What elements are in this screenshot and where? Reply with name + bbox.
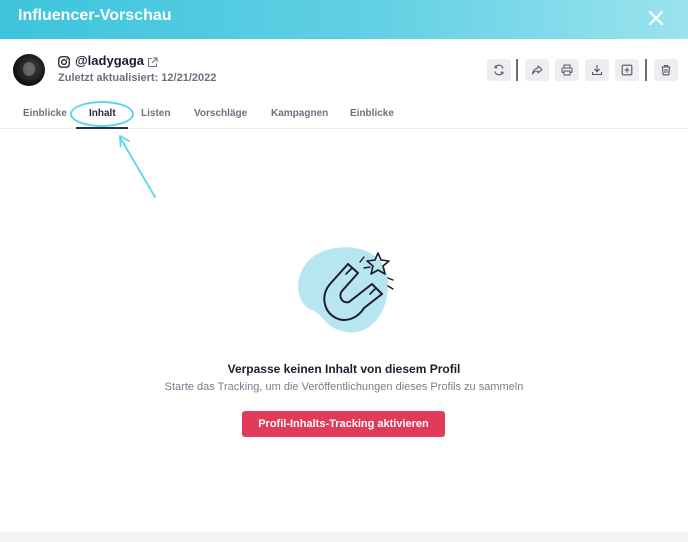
external-link-icon[interactable] <box>147 55 158 68</box>
refresh-icon <box>494 64 504 76</box>
tab-listen[interactable]: Listen <box>141 108 170 119</box>
share-icon <box>531 65 543 75</box>
print-button[interactable] <box>555 59 579 81</box>
active-tab-indicator <box>76 127 128 129</box>
modal-header: Influencer-Vorschau <box>0 0 688 39</box>
toolbar-divider <box>645 59 647 81</box>
plus-square-icon <box>621 64 633 76</box>
trash-icon <box>661 64 671 76</box>
tab-highlight-ring <box>70 101 134 127</box>
activate-tracking-button[interactable]: Profil-Inhalts-Tracking aktivieren <box>242 411 445 437</box>
delete-button[interactable] <box>654 59 678 81</box>
add-button[interactable] <box>615 59 639 81</box>
empty-state-title: Verpasse keinen Inhalt von diesem Profil <box>227 362 461 376</box>
bottom-strip <box>0 532 688 542</box>
empty-state-subtitle: Starte das Tracking, um die Veröffentlic… <box>164 381 524 393</box>
close-icon[interactable] <box>644 6 668 30</box>
share-button[interactable] <box>525 59 549 81</box>
toolbar-divider <box>516 59 518 81</box>
last-updated: Zuletzt aktualisiert: 12/21/2022 <box>58 72 217 84</box>
tab-kampagnen[interactable]: Kampagnen <box>271 108 328 119</box>
print-icon <box>561 64 573 76</box>
tab-einblicke[interactable]: Einblicke <box>23 108 67 119</box>
magnet-star-icon <box>297 247 394 333</box>
annotation-arrow-icon <box>119 135 156 198</box>
modal-title: Influencer-Vorschau <box>18 7 172 24</box>
instagram-icon <box>58 55 70 68</box>
tab-einblicke-2[interactable]: Einblicke <box>350 108 394 119</box>
tab-vorschlaege[interactable]: Vorschläge <box>194 108 247 119</box>
download-button[interactable] <box>585 59 609 81</box>
profile-handle[interactable]: @ladygaga <box>75 53 144 68</box>
avatar <box>13 54 45 86</box>
download-icon <box>591 65 603 76</box>
refresh-button[interactable] <box>487 59 511 81</box>
